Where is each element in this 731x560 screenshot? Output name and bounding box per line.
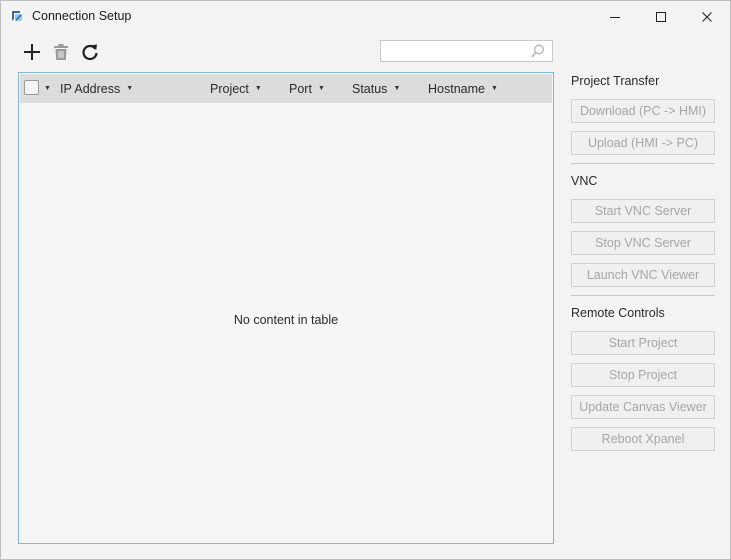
column-label: Project (210, 81, 249, 96)
stop-project-button[interactable]: Stop Project (571, 363, 715, 387)
refresh-button[interactable] (79, 41, 101, 63)
vnc-label: VNC (571, 174, 598, 188)
connection-setup-window: Connection Setup ▼ IP Address ▼ Project … (0, 0, 731, 560)
launch-vnc-viewer-button[interactable]: Launch VNC Viewer (571, 263, 715, 287)
close-icon (702, 11, 712, 22)
trash-icon (54, 44, 68, 60)
title-bar: Connection Setup (1, 1, 730, 32)
minimize-icon (610, 16, 620, 18)
delete-connection-button[interactable] (50, 41, 72, 63)
start-project-button[interactable]: Start Project (571, 331, 715, 355)
maximize-button[interactable] (638, 1, 684, 32)
column-label: Hostname (428, 81, 485, 96)
select-all-checkbox[interactable] (24, 80, 39, 95)
download-button[interactable]: Download (PC -> HMI) (571, 99, 715, 123)
add-connection-button[interactable] (21, 41, 43, 63)
window-title: Connection Setup (32, 9, 132, 23)
column-label: Port (289, 81, 312, 96)
column-label: IP Address (60, 81, 121, 96)
search-box[interactable] (380, 40, 553, 62)
update-canvas-viewer-button[interactable]: Update Canvas Viewer (571, 395, 715, 419)
start-vnc-server-button[interactable]: Start VNC Server (571, 199, 715, 223)
sort-arrow-icon: ▼ (254, 85, 262, 92)
app-logo-icon (11, 10, 23, 22)
sort-arrow-icon: ▼ (393, 85, 401, 92)
search-input[interactable] (385, 43, 525, 59)
divider (571, 295, 715, 296)
close-button[interactable] (684, 1, 730, 32)
upload-button[interactable]: Upload (HMI -> PC) (571, 131, 715, 155)
reboot-xpanel-button[interactable]: Reboot Xpanel (571, 427, 715, 451)
select-menu-arrow[interactable]: ▼ (44, 74, 51, 103)
remote-controls-label: Remote Controls (571, 306, 665, 320)
sort-arrow-icon: ▼ (490, 85, 498, 92)
stop-vnc-server-button[interactable]: Stop VNC Server (571, 231, 715, 255)
sort-arrow-icon: ▼ (317, 85, 325, 92)
plus-icon (24, 44, 40, 60)
maximize-icon (656, 11, 666, 22)
table-header: ▼ IP Address ▼ Project ▼ Port ▼ Status ▼ Hos… (20, 74, 552, 103)
empty-table-message: No content in table (233, 313, 339, 327)
refresh-icon (82, 44, 98, 61)
column-header-ip-address[interactable]: IP Address ▼ (60, 74, 133, 103)
project-transfer-label: Project Transfer (571, 74, 660, 88)
sort-arrow-icon: ▼ (126, 85, 134, 92)
minimize-button[interactable] (592, 1, 638, 32)
column-header-port[interactable]: Port ▼ (289, 74, 325, 103)
column-header-project[interactable]: Project ▼ (210, 74, 262, 103)
connections-table: ▼ IP Address ▼ Project ▼ Port ▼ Status ▼ Hos… (18, 72, 554, 544)
column-header-status[interactable]: Status ▼ (352, 74, 400, 103)
divider (571, 163, 715, 164)
column-label: Status (352, 81, 388, 96)
search-icon[interactable] (531, 44, 545, 58)
column-header-hostname[interactable]: Hostname ▼ (428, 74, 498, 103)
